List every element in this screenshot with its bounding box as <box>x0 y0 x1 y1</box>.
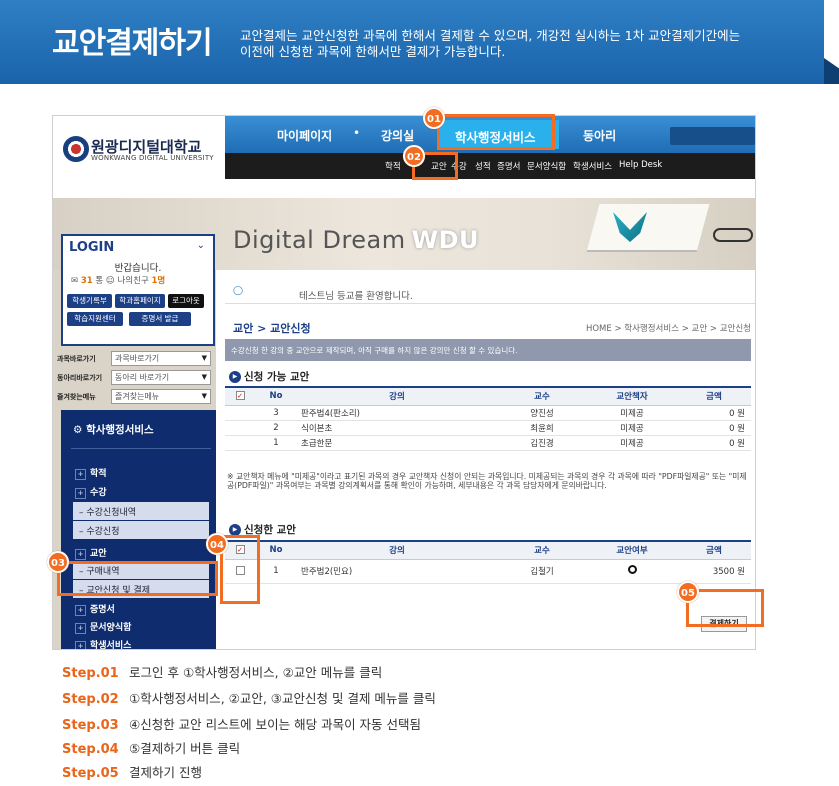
step-05: Step.05 결제하기 진행 <box>62 765 202 781</box>
friend-icon: ☺ <box>105 276 115 286</box>
gyoan-status-radio <box>627 565 637 574</box>
chevron-down-icon[interactable]: ⌄ <box>197 240 205 251</box>
gnb-lecture-room[interactable]: 강의실 <box>381 127 414 144</box>
quick-club: 동아리바로가기 동아리 바로가기 ▼ <box>53 369 216 387</box>
table-row: 1 반주법2(민요) 김철기 3500 원 <box>225 559 751 584</box>
header-banner: 교안결제하기 교안결제는 교안신청한 과목에 한해서 결제할 수 있으며, 개강… <box>0 0 824 84</box>
table-row: 2 식이본초 최윤희 미제공 0 원 <box>225 420 751 436</box>
banner-description: 교안결제는 교안신청한 과목에 한해서 결제할 수 있으며, 개강전 실시하는 … <box>240 28 741 59</box>
badge-02: 02 <box>403 145 425 167</box>
step-04: Step.04 ⑤결제하기 버튼 클릭 <box>62 741 241 757</box>
course-select[interactable]: 과목바로가기 ▼ <box>111 351 211 366</box>
chevron-down-icon: ▼ <box>201 392 207 400</box>
quick-favorite: 즐겨찾는메뉴 즐겨찾는메뉴 ▼ <box>53 388 216 406</box>
section-title: 교안 > 교안신청 <box>233 322 311 335</box>
search-input[interactable] <box>670 127 755 145</box>
lnb-item-gyoan[interactable]: 교안 <box>75 546 107 560</box>
certificate-issue-button[interactable]: 증명서 발급 <box>129 312 191 326</box>
gnb-separator: • <box>353 126 361 140</box>
lnb-item-student-service[interactable]: 학생서비스 <box>75 638 131 649</box>
step-01: Step.01 로그인 후 ①학사행정서비스, ②교안 메뉴를 클릭 <box>62 665 383 681</box>
learning-center-button[interactable]: 학습지원센터 <box>67 312 123 326</box>
highlight-academic-service <box>437 114 555 150</box>
badge-03: 03 <box>47 551 69 573</box>
applied-gyoan-table: ✓ No 강의 교수 교안여부 금액 1 반주법2(민요) 김철기 3500 원 <box>225 540 751 584</box>
highlight-gyoan-payment <box>57 561 218 596</box>
welcome-notice: ◯ 테스트님 등교를 환영합니다. <box>225 284 755 304</box>
lnb-item-sugang[interactable]: 수강 <box>75 485 107 499</box>
available-gyoan-title: 신청 가능 교안 <box>229 369 309 384</box>
chevron-down-icon: ▼ <box>201 373 207 381</box>
lnb-sub-sugang-apply[interactable]: – 수강신청 <box>73 521 209 539</box>
subnav-hakjeok[interactable]: 학적 <box>385 160 401 172</box>
page-title: 교안결제하기 <box>52 26 213 61</box>
sub-nav: 학적 교안 수강 성적 증명서 문서양식함 학생서비스 Help Desk <box>225 153 755 179</box>
lnb-item-documents[interactable]: 문서양식함 <box>75 620 131 634</box>
book-image <box>586 204 710 252</box>
favorite-select[interactable]: 즐겨찾는메뉴 ▼ <box>111 389 211 404</box>
gnb-club[interactable]: 동아리 <box>583 127 616 144</box>
chevron-down-icon: ▼ <box>201 354 207 362</box>
site-logo[interactable]: 원광디지털대학교 WONKWANG DIGITAL UNIVERSITY <box>53 116 225 198</box>
select-all-checkbox: ✓ <box>235 391 245 401</box>
speech-bubble-icon: ◯ <box>233 286 244 296</box>
subnav-certificate[interactable]: 증명서 <box>497 160 520 172</box>
available-gyoan-table: ✓ No 강의 교수 교안책자 금액 3 판주법4(판소리) 양진성 미제공 0 원 2… <box>225 386 751 451</box>
dept-homepage-button[interactable]: 학과홈페이지 <box>115 294 165 308</box>
badge-04: 04 <box>206 533 228 555</box>
lnb-title: ⚙ 학사행정서비스 <box>73 424 154 436</box>
table-row: 1 초급한문 김진경 미제공 0 원 <box>225 435 751 451</box>
badge-05: 05 <box>677 581 699 603</box>
breadcrumb: HOME > 학사행정서비스 > 교안 > 교안신청 <box>585 324 751 334</box>
quick-course: 과목바로가기 과목바로가기 ▼ <box>53 350 216 368</box>
subnav-grade[interactable]: 성적 <box>475 160 491 172</box>
lnb-sub-sugang-history[interactable]: – 수강신청내역 <box>73 502 209 520</box>
lnb-item-hakjeok[interactable]: 학적 <box>75 466 107 480</box>
step-02: Step.02 ①학사행정서비스, ②교안, ③교안신청 및 결제 메뉴를 클릭 <box>62 691 436 707</box>
subnav-helpdesk[interactable]: Help Desk <box>619 160 662 170</box>
local-nav: ⚙ 학사행정서비스 학적 수강 – 수강신청내역 – 수강신청 교안 – 구매내… <box>61 410 216 649</box>
logout-button[interactable]: 로그아웃 <box>168 294 204 308</box>
banner-fold <box>824 58 839 84</box>
info-bar: 수강신청 한 강의 중 교안으로 제작되며, 아직 구매를 하지 않은 강의만 … <box>225 339 751 361</box>
gnb-mypage[interactable]: 마이페이지 <box>277 127 332 144</box>
gear-icon: ⚙ <box>73 424 83 436</box>
lnb-item-certificate[interactable]: 증명서 <box>75 602 115 616</box>
message-icon: ✉ <box>71 276 79 286</box>
table-row: 3 판주법4(판소리) 양진성 미제공 0 원 <box>225 405 751 421</box>
hero-text: Digital Dream WDU <box>233 226 480 254</box>
glasses-icon <box>713 228 753 242</box>
footnote: ※ 교안책자 메뉴에 "미제공"이라고 표기된 과목의 경우 교안책자 신청이 … <box>227 472 747 490</box>
login-box: LOGIN ⌄ 반갑습니다. ✉ 31 통 ☺ 나의친구 1명 학생기록부 학과… <box>61 234 215 346</box>
subnav-student-service[interactable]: 학생서비스 <box>573 160 612 172</box>
login-counts: ✉ 31 통 ☺ 나의친구 1명 <box>71 276 166 286</box>
step-03: Step.03 ④신청한 교안 리스트에 보이는 해당 과목이 자동 선택됨 <box>62 717 422 733</box>
subnav-documents[interactable]: 문서양식함 <box>527 160 566 172</box>
club-select[interactable]: 동아리 바로가기 ▼ <box>111 370 211 385</box>
badge-01: 01 <box>423 107 445 129</box>
university-emblem-icon <box>63 136 89 162</box>
student-record-button[interactable]: 학생기록부 <box>67 294 112 308</box>
